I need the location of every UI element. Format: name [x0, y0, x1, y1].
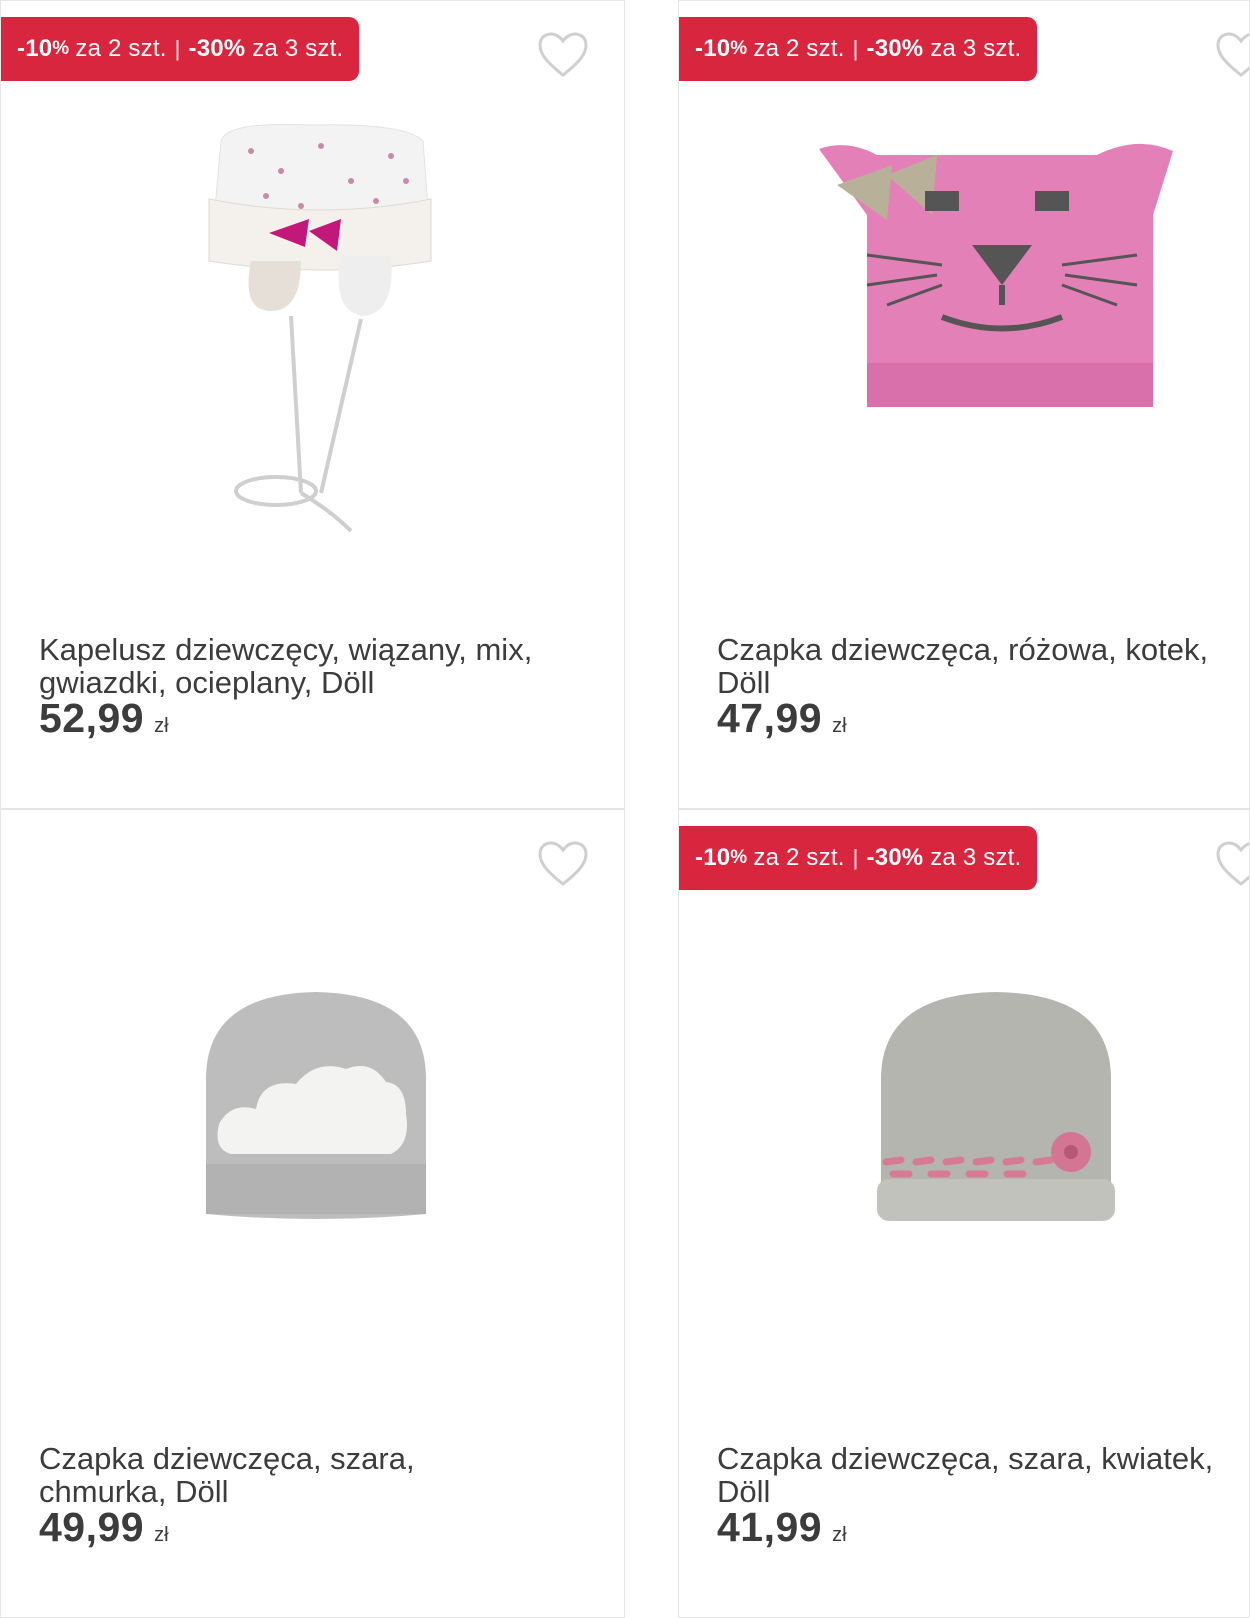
product-title[interactable]: Kapelusz dziewczęcy, wiązany, mix, gwiaz… — [39, 633, 599, 699]
product-title[interactable]: Czapka dziewczęca, szara, chmurka, Döll — [39, 1442, 599, 1508]
product-card[interactable]: Czapka dziewczęca, szara, chmurka, Döll … — [0, 809, 625, 1618]
product-title[interactable]: Czapka dziewczęca, różowa, kotek, Döll — [717, 633, 1249, 699]
heart-outline-icon[interactable] — [537, 31, 589, 79]
product-card[interactable]: -10% za 2 szt. | -30% za 3 szt. Czapka d… — [678, 809, 1250, 1618]
heart-outline-icon[interactable] — [537, 840, 589, 888]
discount-badge: -10% za 2 szt. | -30% za 3 szt. — [679, 826, 1038, 890]
product-image[interactable] — [871, 984, 1121, 1230]
heart-outline-icon[interactable] — [1215, 840, 1250, 888]
product-price: 49,99 zł — [39, 1504, 169, 1550]
product-price: 41,99 zł — [717, 1504, 847, 1550]
product-price: 52,99 zł — [39, 695, 169, 741]
product-card[interactable]: -10% za 2 szt. | -30% za 3 szt. Kapelusz… — [0, 0, 625, 809]
discount-badge: -10% za 2 szt. | -30% za 3 szt. — [679, 17, 1038, 81]
product-title[interactable]: Czapka dziewczęca, szara, kwiatek, Döll — [717, 1442, 1249, 1508]
heart-outline-icon[interactable] — [1215, 31, 1250, 79]
product-image[interactable] — [191, 121, 451, 551]
product-card[interactable]: -10% za 2 szt. | -30% za 3 szt. Czapka d… — [678, 0, 1250, 809]
discount-badge: -10% za 2 szt. | -30% za 3 szt. — [1, 17, 360, 81]
product-image[interactable] — [201, 984, 431, 1234]
product-image[interactable] — [807, 125, 1177, 425]
product-price: 47,99 zł — [717, 695, 847, 741]
